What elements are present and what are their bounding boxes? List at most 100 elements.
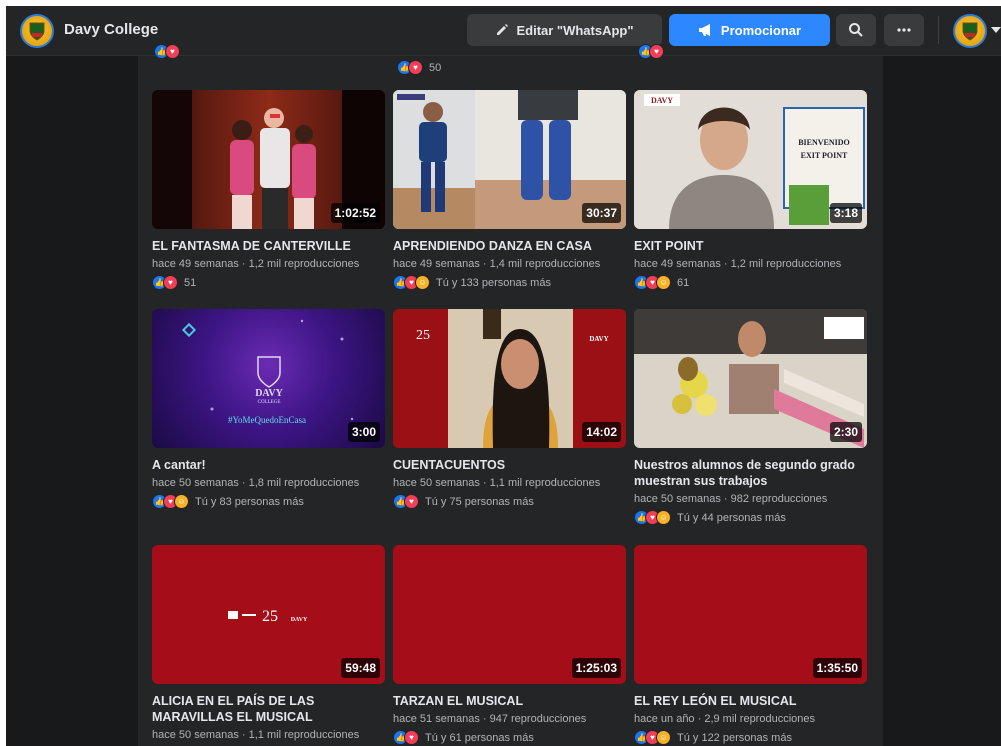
- video-thumbnail[interactable]: BIENVENIDO EXIT POINT DAVY 3:18: [634, 90, 867, 229]
- brand-mark: DAVY: [651, 96, 673, 105]
- edit-whatsapp-button[interactable]: Editar "WhatsApp": [467, 14, 662, 46]
- page-name[interactable]: Davy College: [64, 21, 158, 38]
- video-thumbnail[interactable]: 1:02:52: [152, 90, 385, 229]
- video-title[interactable]: Nuestros alumnos de segundo grado muestr…: [634, 457, 867, 489]
- video-reactions[interactable]: 👍 ♥ ☺ Tú y 133 personas más: [393, 275, 626, 290]
- video-duration: 3:00: [347, 422, 380, 442]
- video-reactions[interactable]: 👍 ♥ Tú y 75 personas más: [393, 494, 626, 509]
- anniversary-mark: 25: [416, 328, 430, 343]
- reaction-summary: Tú y 75 personas más: [425, 495, 534, 508]
- love-icon: ♥: [163, 275, 178, 290]
- video-card[interactable]: BIENVENIDO EXIT POINT DAVY 3:18 EXIT POI…: [634, 90, 867, 290]
- care-icon: ☺: [415, 275, 430, 290]
- video-meta: hace 49 semanas · 1,2 mil reproducciones: [152, 258, 360, 270]
- video-reactions[interactable]: 👍 ♥ ☺ Tú y 122 personas más: [634, 730, 867, 745]
- video-reactions[interactable]: 👍 ♥ ☺ Tú y 83 personas más: [152, 494, 385, 509]
- video-meta: hace un año · 2,9 mil reproducciones: [634, 713, 815, 725]
- video-card[interactable]: DAVY COLLEGE #YoMeQuedoEnCasa 3:00 A can…: [152, 309, 385, 509]
- love-icon: ♥: [404, 494, 419, 509]
- video-card[interactable]: 30:37 APRENDIENDO DANZA EN CASA hace 49 …: [393, 90, 626, 290]
- video-card[interactable]: 2:30 Nuestros alumnos de segundo grado m…: [634, 309, 867, 525]
- ellipsis-icon: [897, 28, 911, 32]
- edit-whatsapp-label: Editar "WhatsApp": [516, 22, 634, 38]
- video-card[interactable]: 25 DAVY 14:02 CUENTACUENTOS hace 50 sema…: [393, 309, 626, 509]
- love-icon: ♥: [404, 730, 419, 745]
- video-duration: 59:48: [341, 658, 380, 678]
- care-icon: ☺: [174, 494, 189, 509]
- video-thumbnail[interactable]: 2:30: [634, 309, 867, 448]
- profile-caret-icon[interactable]: [991, 27, 1001, 33]
- video-duration: 1:25:03: [571, 658, 621, 678]
- brand-sub-mark: COLLEGE: [258, 400, 281, 405]
- video-meta: hace 49 semanas · 1,2 mil reproducciones: [634, 258, 842, 270]
- reaction-count: 50: [429, 61, 442, 74]
- video-reactions[interactable]: 👍 ♥ ☺ 61: [634, 275, 867, 290]
- reaction-summary: Tú y 133 personas más: [436, 276, 551, 289]
- reaction-summary: Tú y 122 personas más: [677, 731, 792, 744]
- video-meta: hace 51 semanas · 947 reproducciones: [393, 713, 587, 725]
- reaction-summary: 51: [184, 276, 197, 289]
- anniversary-mark: 25: [262, 608, 278, 625]
- video-duration: 30:37: [582, 203, 621, 223]
- video-title[interactable]: CUENTACUENTOS: [393, 457, 626, 473]
- promote-label: Promocionar: [720, 22, 802, 38]
- care-icon: ☺: [656, 510, 671, 525]
- prev-row-reactions-right[interactable]: 👍 ♥: [638, 44, 664, 59]
- video-duration: 1:35:50: [812, 658, 862, 678]
- video-title[interactable]: EL FANTASMA DE CANTERVILLE: [152, 238, 385, 254]
- video-title[interactable]: ALICIA EN EL PAÍS DE LAS MARAVILLAS EL M…: [152, 693, 385, 725]
- brand-mark: DAVY: [589, 335, 608, 343]
- prev-row-reactions-middle[interactable]: 👍 ♥ 50: [397, 60, 441, 75]
- video-meta: hace 50 semanas · 1,8 mil reproducciones: [152, 477, 360, 489]
- love-icon: ♥: [165, 44, 180, 59]
- video-meta: hace 50 semanas · 1,1 mil reproducciones: [152, 729, 360, 741]
- crest-icon: [29, 22, 45, 41]
- browser-frame: Davy College Editar "WhatsApp" Promocion…: [6, 6, 1001, 746]
- video-meta: hace 50 semanas · 982 reproducciones: [634, 493, 828, 505]
- video-card[interactable]: 1:25:03 TARZAN EL MUSICAL hace 51 semana…: [393, 545, 626, 745]
- video-thumbnail[interactable]: DAVY COLLEGE #YoMeQuedoEnCasa 3:00: [152, 309, 385, 448]
- love-icon: ♥: [408, 60, 423, 75]
- video-title[interactable]: EXIT POINT: [634, 238, 867, 254]
- video-card[interactable]: 1:35:50 EL REY LEÓN EL MUSICAL hace un a…: [634, 545, 867, 745]
- prev-row-reactions-left[interactable]: 👍 ♥: [154, 44, 180, 59]
- crest-icon: [962, 22, 978, 41]
- brand-mark: DAVY: [255, 388, 283, 399]
- video-duration: 3:18: [829, 203, 862, 223]
- video-card[interactable]: 25 DAVY 59:48 ALICIA EN EL PAÍS DE LAS M…: [152, 545, 385, 742]
- video-meta: hace 49 semanas · 1,4 mil reproducciones: [393, 258, 601, 270]
- video-reactions[interactable]: 👍 ♥ 51: [152, 275, 385, 290]
- hashtag-text: #YoMeQuedoEnCasa: [228, 415, 306, 425]
- video-title[interactable]: A cantar!: [152, 457, 385, 473]
- brand-mark: DAVY: [291, 617, 308, 623]
- care-icon: ☺: [656, 730, 671, 745]
- video-title[interactable]: APRENDIENDO DANZA EN CASA: [393, 238, 626, 254]
- video-thumbnail[interactable]: 1:35:50: [634, 545, 867, 684]
- video-reactions[interactable]: 👍 ♥ Tú y 61 personas más: [393, 730, 626, 745]
- reaction-summary: Tú y 83 personas más: [195, 495, 304, 508]
- search-button[interactable]: [836, 14, 876, 46]
- video-thumbnail[interactable]: 1:25:03: [393, 545, 626, 684]
- sign-line1: BIENVENIDO: [798, 138, 850, 147]
- videos-panel: 👍 ♥ 👍 ♥ 50 👍 ♥ 1:02:52 EL FANTASMA DE CA…: [138, 44, 883, 746]
- video-meta: hace 50 semanas · 1,1 mil reproducciones: [393, 477, 601, 489]
- reaction-summary: 61: [677, 276, 690, 289]
- pencil-icon: [497, 24, 509, 35]
- love-icon: ♥: [649, 44, 664, 59]
- video-card[interactable]: 1:02:52 EL FANTASMA DE CANTERVILLE hace …: [152, 90, 385, 290]
- page-logo[interactable]: [20, 14, 54, 48]
- more-options-button[interactable]: [884, 14, 924, 46]
- megaphone-icon: [698, 24, 710, 36]
- reaction-summary: Tú y 61 personas más: [425, 731, 534, 744]
- video-thumbnail[interactable]: 25 DAVY 14:02: [393, 309, 626, 448]
- profile-avatar[interactable]: [953, 14, 987, 48]
- video-reactions[interactable]: 👍 ♥ ☺ Tú y 44 personas más: [634, 510, 867, 525]
- video-title[interactable]: TARZAN EL MUSICAL: [393, 693, 626, 709]
- video-thumbnail[interactable]: 25 DAVY 59:48: [152, 545, 385, 684]
- promote-button[interactable]: Promocionar: [669, 14, 830, 46]
- video-thumbnail[interactable]: 30:37: [393, 90, 626, 229]
- sign-line2: EXIT POINT: [801, 151, 848, 160]
- video-title[interactable]: EL REY LEÓN EL MUSICAL: [634, 693, 867, 709]
- toolbar-divider: [938, 16, 939, 44]
- search-icon: [849, 23, 863, 37]
